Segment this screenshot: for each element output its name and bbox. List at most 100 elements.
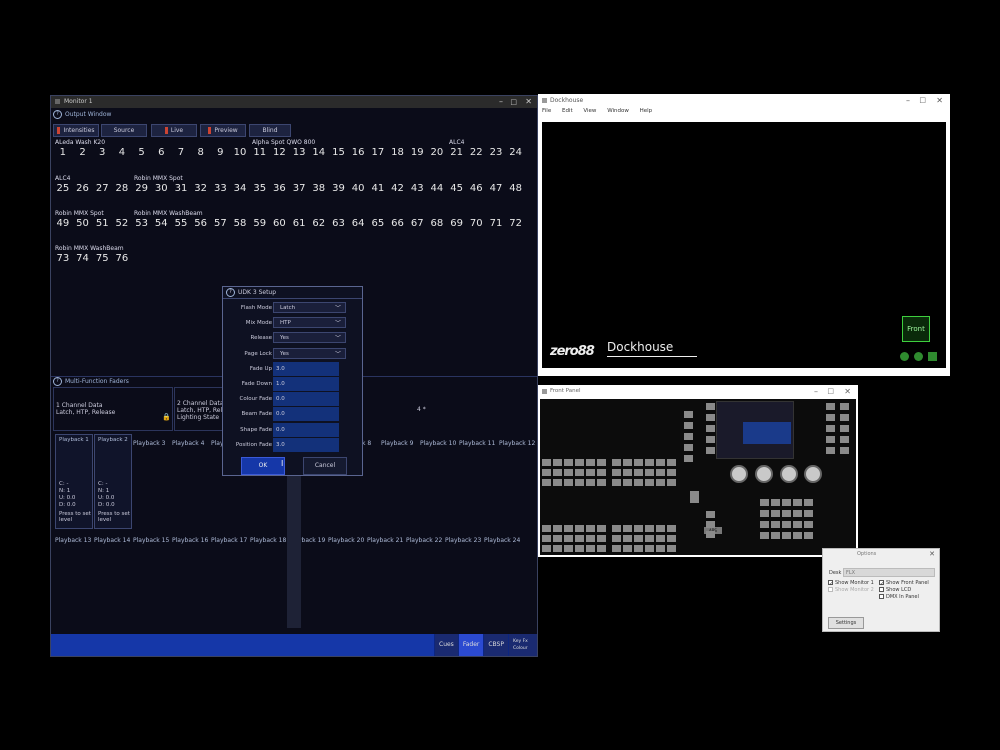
console-key[interactable] (656, 459, 665, 466)
console-key[interactable] (782, 532, 791, 539)
console-key[interactable] (706, 403, 715, 410)
console-key[interactable] (840, 403, 849, 410)
console-key[interactable] (782, 499, 791, 506)
minimize-icon[interactable]: – (814, 385, 818, 398)
channel-number[interactable]: 17 (368, 147, 388, 158)
console-key[interactable] (804, 499, 813, 506)
playback-label[interactable]: Playback 13 (55, 537, 91, 544)
channel-number[interactable]: 3 (92, 147, 112, 158)
fade-down-input[interactable]: 1.0 (273, 377, 339, 391)
console-key[interactable] (597, 479, 606, 486)
console-key[interactable] (586, 479, 595, 486)
console-key[interactable] (586, 469, 595, 476)
channel-number[interactable]: 69 (447, 218, 467, 229)
console-key[interactable] (760, 521, 769, 528)
channel-number[interactable]: 42 (388, 183, 408, 194)
channel-number[interactable]: 59 (250, 218, 270, 229)
console-key[interactable] (623, 545, 632, 552)
menu-window[interactable]: Window (607, 108, 629, 114)
console-key[interactable] (684, 422, 693, 429)
release-select[interactable]: Yes ﹀ (273, 332, 346, 343)
console-key[interactable] (645, 545, 654, 552)
channel-number[interactable]: 75 (92, 253, 112, 264)
network-icon[interactable] (900, 352, 909, 361)
console-key[interactable] (826, 414, 835, 421)
console-key[interactable] (623, 535, 632, 542)
channel-number[interactable]: 52 (112, 218, 132, 229)
channel-number[interactable]: 8 (191, 147, 211, 158)
channel-number[interactable]: 44 (427, 183, 447, 194)
console-key[interactable] (645, 459, 654, 466)
channel-number[interactable]: 27 (92, 183, 112, 194)
channel-number[interactable]: 26 (73, 183, 93, 194)
console-key[interactable] (553, 459, 562, 466)
channel-number[interactable]: 20 (427, 147, 447, 158)
channel-number[interactable]: 66 (388, 218, 408, 229)
channel-number[interactable]: 50 (73, 218, 93, 229)
channel-number[interactable]: 7 (171, 147, 191, 158)
console-key[interactable] (564, 479, 573, 486)
channel-number[interactable]: 47 (486, 183, 506, 194)
console-key[interactable] (586, 535, 595, 542)
console-key[interactable] (771, 510, 780, 517)
console-key[interactable] (706, 425, 715, 432)
channel-number[interactable]: 61 (289, 218, 309, 229)
dmx-in-panel-checkbox[interactable]: DMX In Panel (879, 594, 919, 600)
settings-button[interactable]: Settings (828, 617, 864, 629)
console-key[interactable] (645, 479, 654, 486)
playback-2[interactable]: Playback 2 C: - N: 1 U: 0.0 D: 0.0 Press… (94, 434, 132, 529)
channel-number[interactable]: 64 (348, 218, 368, 229)
tab-cues[interactable]: Cues (434, 634, 458, 656)
console-key[interactable] (656, 545, 665, 552)
encoder-wheel[interactable] (755, 465, 773, 483)
console-key[interactable] (612, 545, 621, 552)
playback-label[interactable]: Playback 12 (499, 440, 535, 447)
console-key[interactable] (612, 525, 621, 532)
tab-cbsp[interactable]: CBSP (483, 634, 508, 656)
fader-track[interactable] (287, 472, 301, 628)
channel-number[interactable]: 14 (309, 147, 329, 158)
console-key[interactable] (564, 469, 573, 476)
console-key[interactable] (612, 535, 621, 542)
front-button[interactable]: Front (902, 316, 930, 342)
maximize-icon[interactable]: □ (510, 96, 517, 108)
console-key[interactable] (706, 531, 715, 538)
channel-number[interactable]: 32 (191, 183, 211, 194)
playback-label[interactable]: Playback 17 (211, 537, 247, 544)
console-key[interactable] (826, 403, 835, 410)
console-key[interactable] (542, 535, 551, 542)
console-key[interactable] (575, 479, 584, 486)
channel-number[interactable]: 58 (230, 218, 250, 229)
console-key[interactable] (793, 510, 802, 517)
console-key[interactable] (575, 545, 584, 552)
fade-up-input[interactable]: 3.0 (273, 362, 339, 376)
playback-label[interactable]: Playback 20 (328, 537, 364, 544)
console-key[interactable] (656, 535, 665, 542)
channel-number[interactable]: 34 (230, 183, 250, 194)
channel-number[interactable]: 16 (348, 147, 368, 158)
channel-number[interactable]: 65 (368, 218, 388, 229)
channel-number[interactable]: 12 (270, 147, 290, 158)
console-key[interactable] (645, 535, 654, 542)
console-key[interactable] (553, 469, 562, 476)
channel-number[interactable]: 25 (53, 183, 73, 194)
channel-number[interactable]: 41 (368, 183, 388, 194)
console-key[interactable] (597, 535, 606, 542)
console-key[interactable] (656, 525, 665, 532)
console-key[interactable] (553, 479, 562, 486)
console-key[interactable] (840, 425, 849, 432)
flash-mode-select[interactable]: Latch ﹀ (273, 302, 346, 313)
channel-number[interactable]: 39 (329, 183, 349, 194)
console-key[interactable] (656, 469, 665, 476)
minimize-icon[interactable]: – (499, 96, 503, 108)
console-key[interactable] (575, 535, 584, 542)
console-key[interactable] (564, 459, 573, 466)
channel-number[interactable]: 11 (250, 147, 270, 158)
show-front-panel-checkbox[interactable]: ✓ Show Front Panel (879, 580, 929, 587)
channel-number[interactable]: 9 (211, 147, 231, 158)
channel-number[interactable]: 2 (73, 147, 93, 158)
channel-number[interactable]: 70 (466, 218, 486, 229)
channel-number[interactable]: 24 (506, 147, 526, 158)
help-icon[interactable]: ? (53, 377, 62, 386)
console-key[interactable] (667, 459, 676, 466)
